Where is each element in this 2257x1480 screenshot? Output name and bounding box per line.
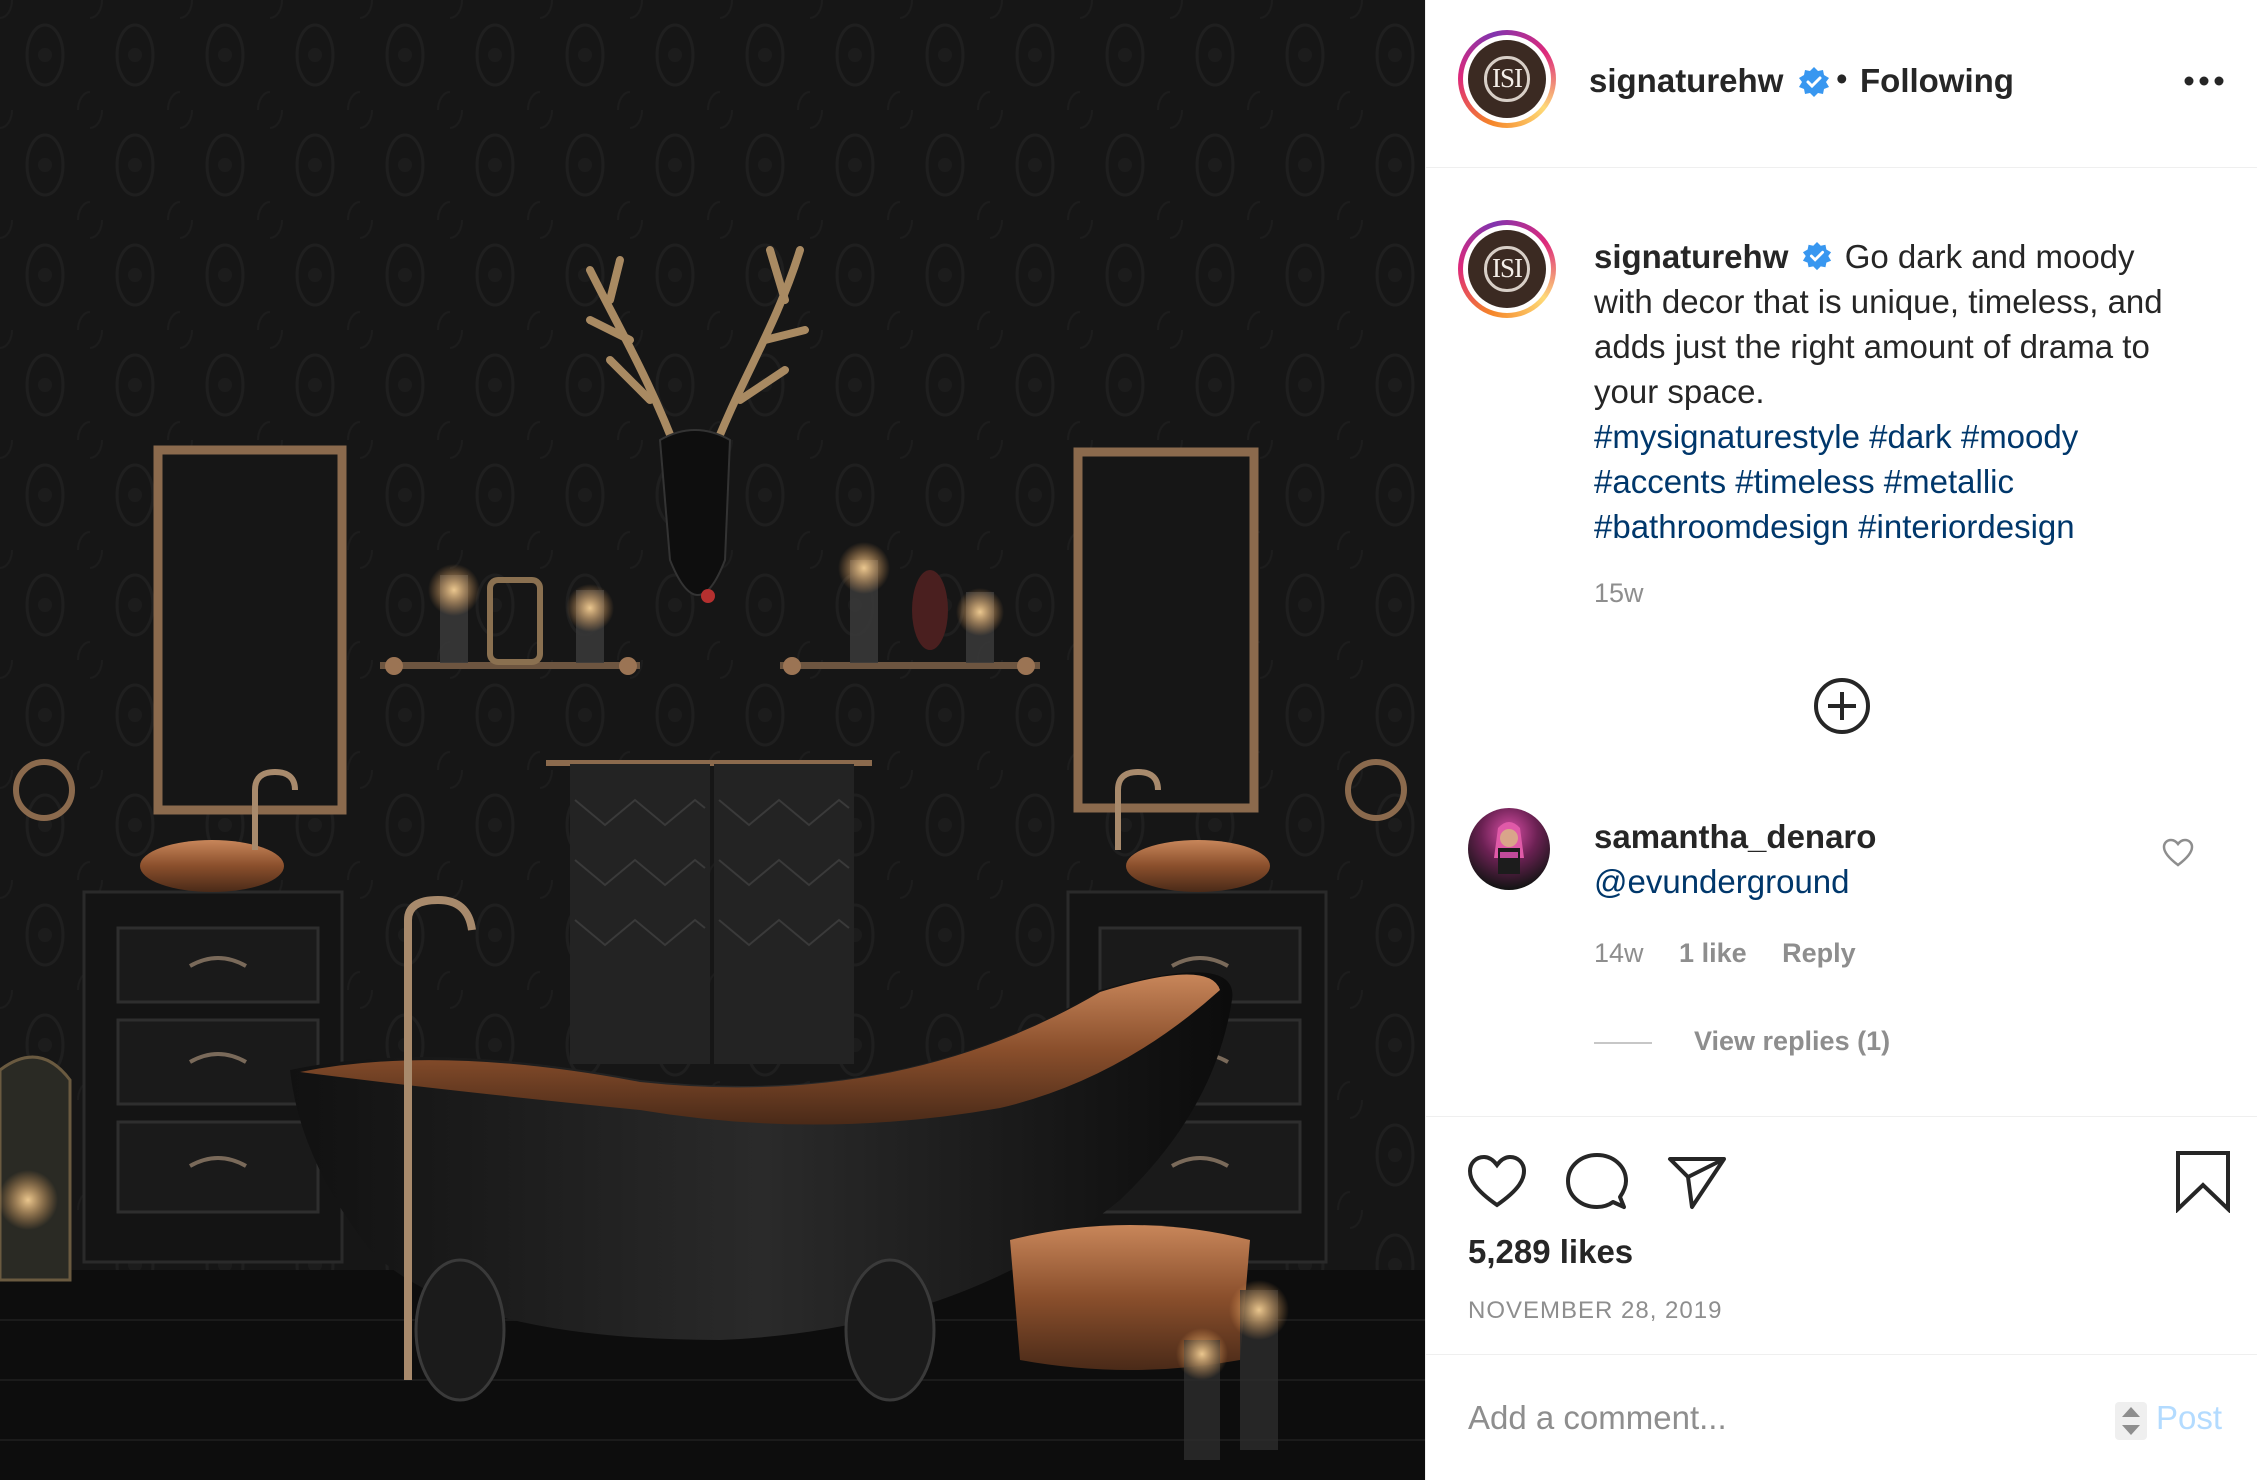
brand-logo: ISI (1484, 246, 1530, 292)
verified-icon (1799, 67, 1829, 97)
comment-meta: 14w 1 like Reply (1594, 938, 1884, 969)
header-username[interactable]: signaturehw (1589, 62, 1783, 100)
comment-icon[interactable] (1566, 1151, 1628, 1213)
add-comment-bar: Post (1426, 1354, 2257, 1480)
caption-text: signaturehw Go dark and moody with decor… (1594, 234, 2194, 549)
commenter-avatar[interactable] (1468, 808, 1550, 890)
verified-icon (1802, 241, 1831, 271)
following-button[interactable]: Following (1860, 62, 2014, 100)
bathroom-photo-illustration (0, 0, 1425, 1480)
bookmark-icon[interactable] (2172, 1151, 2234, 1213)
heart-icon[interactable] (1466, 1151, 1528, 1213)
share-icon[interactable] (1666, 1151, 1728, 1213)
post-photo[interactable] (0, 0, 1425, 1480)
comment-username[interactable]: samantha_denaro (1594, 818, 1876, 856)
caption-hashtags[interactable]: #mysignaturestyle #dark #moody #accents … (1594, 418, 2078, 545)
likes-count[interactable]: 5,289 likes (1468, 1233, 1633, 1271)
separator-dot: • (1836, 60, 1848, 97)
comment-heart-icon[interactable] (2162, 838, 2194, 868)
caption-avatar[interactable]: ISI (1458, 220, 1556, 318)
more-icon[interactable] (2184, 76, 2224, 86)
post-actions: 5,289 likes NOVEMBER 28, 2019 (1426, 1116, 2257, 1356)
view-replies-button[interactable]: View replies (1) (1694, 1026, 1890, 1057)
post-date[interactable]: NOVEMBER 28, 2019 (1468, 1297, 1722, 1325)
comment-time[interactable]: 14w (1594, 938, 1644, 968)
comment-input[interactable] (1468, 1399, 2108, 1437)
post-side-panel: ISI signaturehw • Following ISI signatur… (1425, 0, 2257, 1480)
brand-logo: ISI (1484, 56, 1530, 102)
comment-mention[interactable]: @evunderground (1594, 863, 1850, 901)
spinner-icon (2115, 1402, 2147, 1440)
reply-button[interactable]: Reply (1782, 938, 1856, 968)
comment-likes[interactable]: 1 like (1679, 938, 1747, 968)
replies-divider (1594, 1042, 1652, 1044)
caption-username[interactable]: signaturehw (1594, 238, 1788, 275)
load-more-icon[interactable] (1812, 676, 1872, 736)
post-button[interactable]: Post (2156, 1399, 2222, 1437)
post-header: ISI signaturehw • Following (1426, 0, 2257, 168)
header-avatar[interactable]: ISI (1458, 30, 1556, 128)
caption-timestamp[interactable]: 15w (1594, 578, 1644, 609)
